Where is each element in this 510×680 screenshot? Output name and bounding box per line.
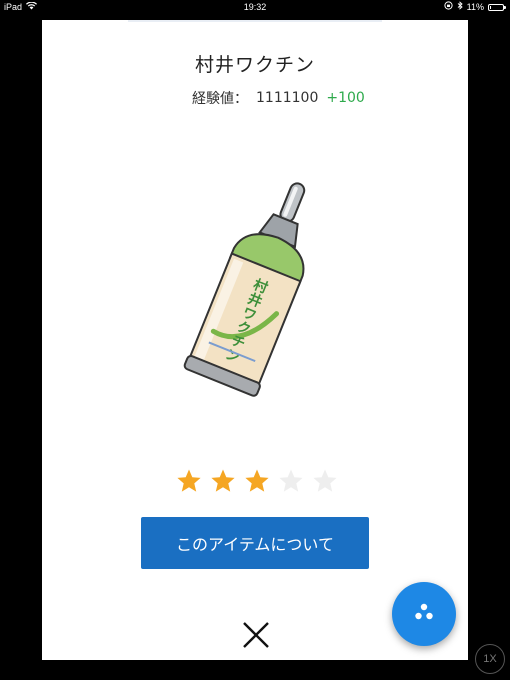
about-item-button[interactable]: このアイテムについて — [141, 517, 369, 569]
experience-value: 1111100 — [256, 90, 319, 106]
panel-divider — [128, 20, 382, 22]
status-right: 11% — [444, 0, 506, 14]
app-screen: iPad 19:32 11% 村井ワクチン 経験値： 1111100 +100 … — [0, 0, 510, 680]
lock-rotation-icon — [444, 0, 453, 14]
close-button[interactable] — [239, 620, 273, 650]
experience-label: 経験値： — [192, 91, 248, 107]
star-filled-icon — [177, 469, 201, 492]
status-bar: iPad 19:32 11% — [0, 0, 510, 14]
experience-bonus: +100 — [326, 90, 365, 106]
close-icon — [243, 622, 269, 648]
battery-percent: 11% — [466, 2, 484, 12]
item-name: 村井ワクチン — [194, 54, 315, 76]
bluetooth-icon — [457, 0, 463, 14]
three-dots-icon — [415, 603, 433, 620]
speed-toggle[interactable]: 1X — [475, 644, 505, 674]
vaccine-bottle-image: 村井ワクチン — [174, 170, 344, 400]
star-filled-icon — [211, 469, 235, 492]
battery-icon — [488, 3, 506, 11]
battery-level — [490, 5, 491, 9]
star-empty-icon — [313, 469, 337, 492]
item-detail-panel: 村井ワクチン 経験値： 1111100 +100 村井ワクチン このアイテムにつ… — [42, 20, 468, 660]
star-filled-icon — [245, 469, 269, 492]
star-empty-icon — [279, 469, 303, 492]
menu-fab-button[interactable] — [392, 582, 456, 646]
status-time: 19:32 — [243, 2, 267, 12]
star-rating — [176, 468, 338, 494]
experience-row: 経験値： 1111100 +100 — [192, 88, 365, 108]
